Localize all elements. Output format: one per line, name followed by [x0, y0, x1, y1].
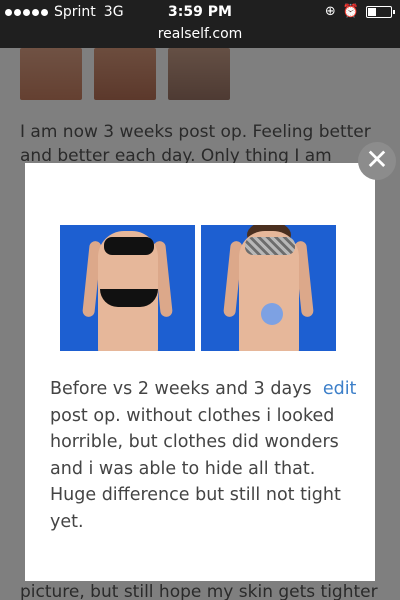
before-after-photos: [60, 225, 336, 351]
caption-rest: post op. without clothes i looked horrib…: [50, 405, 341, 532]
edit-link[interactable]: edit: [323, 379, 357, 399]
photo-caption: Before vs 2 weeks and 3 days edit post o…: [50, 376, 360, 535]
battery-icon: [366, 5, 395, 18]
alarm-icon: ⏰: [342, 4, 359, 19]
url-bar[interactable]: realself.com: [0, 24, 400, 48]
caption-start: Before vs 2 weeks and 3 days: [50, 379, 312, 399]
status-right: ⊕ ⏰: [324, 4, 395, 19]
url-text: realself.com: [157, 26, 243, 42]
rotation-lock-icon: ⊕: [324, 4, 336, 19]
after-photo[interactable]: [201, 225, 336, 351]
close-icon: ✕: [365, 143, 389, 176]
photo-modal: Before vs 2 weeks and 3 days edit post o…: [25, 163, 375, 581]
status-bar: Sprint 3G 3:59 PM ⊕ ⏰: [0, 0, 400, 24]
close-button[interactable]: ✕: [358, 142, 396, 180]
before-photo[interactable]: [60, 225, 195, 351]
